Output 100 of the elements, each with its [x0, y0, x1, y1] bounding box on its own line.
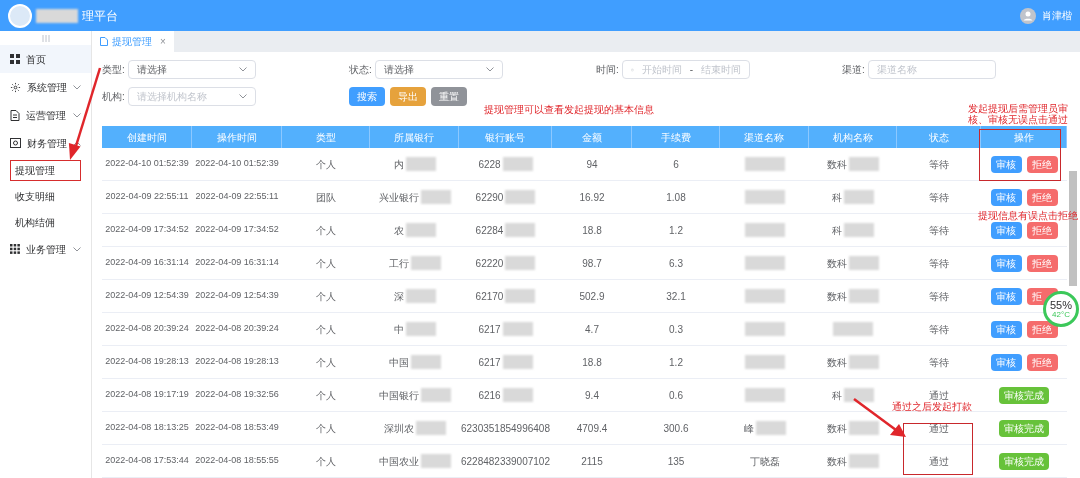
row-action-button[interactable]: 审核: [990, 221, 1022, 239]
table-cell-text: 中: [393, 322, 404, 337]
table-cell-text: 4709.4: [576, 421, 608, 436]
table-cell-text: 数科: [827, 289, 847, 304]
table-cell-text: 个人: [316, 355, 336, 370]
table-cell-text: 内: [393, 157, 404, 172]
table-cell: 2022-04-08 18:53:49: [195, 421, 279, 435]
row-action-button[interactable]: 拒绝: [1026, 320, 1058, 338]
sidebar-item[interactable]: 运营管理: [0, 101, 91, 129]
annotation-text: 发起提现后需管理员审核、审核无误点击通过: [968, 103, 1069, 125]
table-cell-text: 6228: [478, 157, 501, 172]
select-field[interactable]: 请选择: [375, 60, 503, 79]
row-action-button[interactable]: 拒绝: [1026, 155, 1058, 173]
table-cell: 2022-04-08 19:28:13: [105, 355, 189, 369]
highlight-box: [903, 423, 973, 475]
table-cell-text: 个人: [316, 388, 336, 403]
table-cell: 2022-04-08 19:17:19: [105, 388, 189, 402]
table-cell-text: 个人: [316, 322, 336, 337]
row-action-button[interactable]: 审核完成: [999, 452, 1049, 470]
status-text: 等待: [929, 157, 949, 172]
table-cell: 2022-04-08 17:53:44: [105, 454, 189, 468]
action-button[interactable]: 导出: [390, 87, 426, 106]
row-action-button[interactable]: 审核: [990, 353, 1022, 371]
temperature-text: 42°C: [1052, 310, 1070, 319]
column-header: 银行账号: [459, 126, 552, 148]
document-icon: [10, 109, 20, 121]
submenu-item[interactable]: 收支明细: [10, 185, 81, 207]
action-button[interactable]: 搜索: [349, 87, 385, 106]
chevron-down-icon: [486, 67, 494, 72]
row-action-button[interactable]: 审核: [990, 188, 1022, 206]
table-cell-text: 6217: [478, 322, 501, 337]
column-header: 状态: [897, 126, 981, 148]
table-cell: 2022-04-08 18:13:25: [105, 421, 189, 435]
chevron-down-icon: [73, 112, 81, 118]
sidebar-item[interactable]: 业务管理: [0, 235, 91, 263]
table-cell-text: 16.92: [579, 190, 605, 205]
row-action-button[interactable]: 审核: [990, 287, 1022, 305]
table-cell-text: 6.3: [669, 256, 683, 271]
column-header: 机构名称: [809, 126, 897, 148]
row-action-button[interactable]: 拒绝: [1026, 221, 1058, 239]
sidebar-item[interactable]: 系统管理: [0, 73, 91, 101]
status-text: 等待: [929, 355, 949, 370]
status-text: 等待: [929, 256, 949, 271]
close-icon[interactable]: ×: [160, 34, 166, 49]
row-action-button[interactable]: 审核完成: [999, 386, 1049, 404]
row-action-button[interactable]: 拒绝: [1026, 188, 1058, 206]
table-cell-text: 个人: [316, 223, 336, 238]
table-cell-text: 98.7: [582, 256, 602, 271]
filter-label: 类型:: [102, 63, 126, 77]
table-cell-text: 数科: [827, 256, 847, 271]
table-cell-text: 峰: [743, 421, 754, 436]
row-action-button[interactable]: 审核: [990, 155, 1022, 173]
submenu-item[interactable]: 提现管理: [10, 159, 81, 181]
table-cell-text: 6: [673, 157, 679, 172]
submenu-item[interactable]: 机构结佣: [10, 211, 81, 233]
row-action-button[interactable]: 审核: [990, 320, 1022, 338]
table-cell-text: 62220: [475, 256, 504, 271]
action-button[interactable]: 重置: [431, 87, 467, 106]
sidebar-item[interactable]: 财务管理: [0, 129, 91, 157]
table-cell: 2022-04-08 20:39:24: [195, 322, 279, 336]
table-cell-text: 6230351854996408: [461, 421, 550, 436]
status-text: 通过: [929, 454, 949, 469]
row-action-button[interactable]: 审核: [990, 254, 1022, 272]
row-action-button[interactable]: 拒绝: [1026, 353, 1058, 371]
table-cell-text: 18.8: [582, 223, 602, 238]
chevron-down-icon: [73, 84, 81, 90]
table-cell-text: 深: [393, 289, 404, 304]
table-cell-text: 62170: [475, 289, 504, 304]
table-cell-text: 科: [832, 223, 842, 238]
row-action-button[interactable]: 审核完成: [999, 419, 1049, 437]
column-header: 操作: [981, 126, 1067, 148]
table-cell-text: 中国银行: [378, 388, 419, 403]
column-header: 金额: [552, 126, 632, 148]
table-cell-text: 个人: [316, 157, 336, 172]
document-icon: [100, 37, 108, 46]
scrollbar[interactable]: [1069, 171, 1077, 286]
sidebar-item[interactable]: 首页: [0, 45, 91, 73]
table-cell-text: 数科: [827, 421, 847, 436]
select-field[interactable]: 请选择: [128, 60, 256, 79]
column-header: 创建时间: [102, 126, 192, 148]
table-cell-text: 0.6: [669, 388, 683, 403]
annotation-text: 提现信息有误点击拒绝: [978, 210, 1078, 221]
table-cell-text: 个人: [316, 256, 336, 271]
avatar-icon: [1020, 7, 1036, 24]
user-name[interactable]: 肖津楷: [1042, 8, 1072, 23]
page-tab[interactable]: 提现管理 ×: [92, 31, 174, 52]
table-cell-text: 数科: [827, 454, 847, 469]
column-header: 手续费: [632, 126, 720, 148]
row-action-button[interactable]: 拒绝: [1026, 254, 1058, 272]
column-header: 渠道名称: [720, 126, 809, 148]
annotation-text: 通过之后发起打款: [892, 401, 972, 412]
table-cell-text: 135: [667, 454, 685, 469]
column-header: 类型: [282, 126, 370, 148]
settings-icon: [10, 81, 21, 93]
chevron-down-icon: [239, 94, 247, 99]
table-cell-text: 4.7: [585, 322, 599, 337]
table-cell-text: 62284: [475, 223, 504, 238]
table-cell: 2022-04-10 01:52:39: [195, 157, 279, 171]
grip-icon[interactable]: [41, 34, 50, 42]
table-cell-text: 数科: [827, 157, 847, 172]
